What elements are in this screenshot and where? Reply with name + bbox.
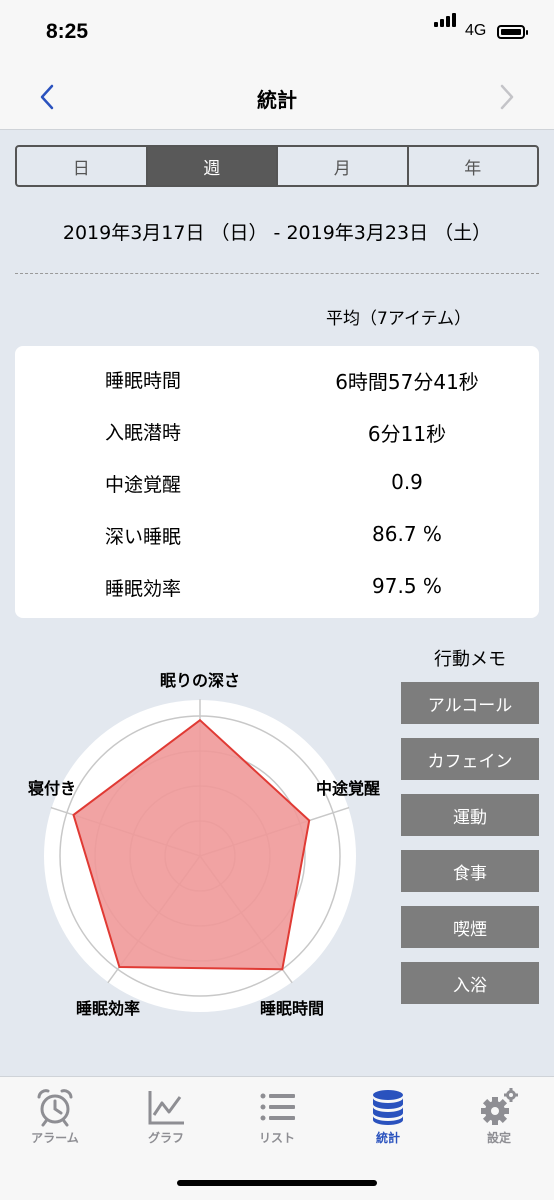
status-bar: 8:25 4G <box>0 0 554 64</box>
stat-value: 97.5 % <box>372 574 442 598</box>
date-range: 2019年3月17日 （日） - 2019年3月23日 （土） <box>62 222 492 244</box>
stat-value: 6時間57分41秒 <box>335 370 479 394</box>
stat-value: 6分11秒 <box>367 422 447 446</box>
radar-axis-label-sleep-time: 睡眠時間 <box>260 999 324 1018</box>
segment-year[interactable]: 年 <box>409 147 538 185</box>
memo-meal-button[interactable]: 食事 <box>401 850 539 892</box>
tab-graph[interactable]: グラフ <box>111 1087 221 1146</box>
segment-week[interactable]: 週 <box>147 147 278 185</box>
radar-axis-label-sleep-onset: 寝付き <box>28 779 76 798</box>
memo-smoking-button[interactable]: 喫煙 <box>401 906 539 948</box>
database-icon <box>373 1090 403 1125</box>
alarm-clock-icon <box>37 1089 73 1127</box>
radar-axis-label-depth: 眠りの深さ <box>160 671 240 690</box>
stat-row-sleep-efficiency: 睡眠効率 97.5 % <box>15 574 539 604</box>
home-indicator <box>177 1180 377 1186</box>
stat-value: 86.7 % <box>372 522 442 546</box>
tab-alarm[interactable]: アラーム <box>0 1087 110 1146</box>
stat-row-sleep-latency: 入眠潜時 6分11秒 <box>15 418 539 448</box>
tab-label: 設定 <box>486 1131 511 1145</box>
tab-stats[interactable]: 統計 <box>333 1087 443 1146</box>
gear-icon <box>481 1088 518 1125</box>
divider <box>15 273 539 274</box>
line-chart-icon <box>148 1091 184 1125</box>
battery-icon <box>497 25 528 39</box>
tab-label: グラフ <box>147 1131 184 1145</box>
memo-alcohol-button[interactable]: アルコール <box>401 682 539 724</box>
sleep-radar-chart: 眠りの深さ 中途覚醒 睡眠時間 睡眠効率 寝付き <box>28 671 380 1018</box>
stat-row-sleep-time: 睡眠時間 6時間57分41秒 <box>15 366 539 396</box>
stat-label: 深い睡眠 <box>105 526 182 548</box>
stat-row-awakenings: 中途覚醒 0.9 <box>15 470 539 500</box>
navigation-bar: 統計 <box>0 64 554 130</box>
stat-label: 入眠潜時 <box>105 422 182 444</box>
stats-card: 睡眠時間 6時間57分41秒 入眠潜時 6分11秒 中途覚醒 0.9 深い睡眠 … <box>15 346 539 618</box>
stat-row-deep-sleep: 深い睡眠 86.7 % <box>15 522 539 552</box>
list-icon <box>260 1093 295 1121</box>
stat-value: 0.9 <box>391 470 423 494</box>
tab-settings[interactable]: 設定 <box>444 1087 554 1146</box>
memo-title: 行動メモ <box>434 649 506 670</box>
tab-label: アラーム <box>31 1131 79 1145</box>
memo-bath-button[interactable]: 入浴 <box>401 962 539 1004</box>
tab-list[interactable]: リスト <box>222 1087 332 1146</box>
memo-exercise-button[interactable]: 運動 <box>401 794 539 836</box>
period-segmented-control: 日 週 月 年 <box>15 145 539 187</box>
status-time: 8:25 <box>46 20 89 43</box>
stat-label: 睡眠効率 <box>105 578 182 600</box>
segment-month[interactable]: 月 <box>278 147 409 185</box>
forward-chevron-icon <box>494 82 518 112</box>
segment-day[interactable]: 日 <box>17 147 148 185</box>
stat-label: 睡眠時間 <box>105 370 182 392</box>
tab-label: リスト <box>258 1131 295 1145</box>
radar-axis-label-awakenings: 中途覚醒 <box>316 779 380 798</box>
network-type: 4G <box>465 22 487 39</box>
tab-label: 統計 <box>375 1131 400 1145</box>
stat-label: 中途覚醒 <box>105 474 182 496</box>
radar-axis-label-efficiency: 睡眠効率 <box>76 999 140 1018</box>
page-title: 統計 <box>257 88 297 112</box>
average-label: 平均（7アイテム） <box>326 309 472 329</box>
memo-caffeine-button[interactable]: カフェイン <box>401 738 539 780</box>
